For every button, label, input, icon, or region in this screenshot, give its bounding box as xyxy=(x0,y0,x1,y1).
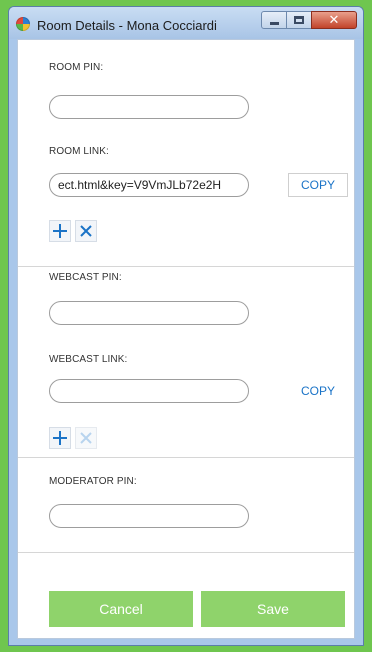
webcast-section: WEBCAST PIN: WEBCAST LINK: COPY xyxy=(18,267,354,458)
moderator-section: MODERATOR PIN: xyxy=(18,458,354,553)
app-logo-icon xyxy=(16,17,30,31)
room-section: ROOM PIN: ROOM LINK: COPY xyxy=(18,40,354,267)
minimize-icon xyxy=(269,21,279,25)
room-link-input[interactable] xyxy=(49,173,249,197)
room-details-panel: ROOM PIN: ROOM LINK: COPY WEBCAST PIN: W… xyxy=(17,39,355,639)
close-icon: ✕ xyxy=(328,12,340,27)
moderator-pin-label: MODERATOR PIN: xyxy=(49,476,137,487)
add-icon xyxy=(53,224,67,238)
room-add-button[interactable] xyxy=(49,220,71,242)
save-button[interactable]: Save xyxy=(201,591,345,627)
webcast-link-input[interactable] xyxy=(49,379,249,403)
webcast-link-copy-button[interactable]: COPY xyxy=(288,379,348,403)
remove-icon xyxy=(80,225,92,237)
webcast-remove-button[interactable] xyxy=(75,427,97,449)
cancel-button[interactable]: Cancel xyxy=(49,591,193,627)
webcast-pin-label: WEBCAST PIN: xyxy=(49,272,122,283)
add-icon xyxy=(53,431,67,445)
room-details-window: Room Details - Mona Cocciardi ✕ ROOM PIN… xyxy=(8,6,364,646)
title-bar[interactable]: Room Details - Mona Cocciardi ✕ xyxy=(9,7,363,39)
webcast-pin-input[interactable] xyxy=(49,301,249,325)
window-title: Room Details - Mona Cocciardi xyxy=(37,18,217,33)
remove-icon xyxy=(80,432,92,444)
window-controls: ✕ xyxy=(261,11,357,29)
moderator-pin-input[interactable] xyxy=(49,504,249,528)
room-link-label: ROOM LINK: xyxy=(49,146,109,157)
maximize-button[interactable] xyxy=(286,11,312,29)
room-remove-button[interactable] xyxy=(75,220,97,242)
room-pin-label: ROOM PIN: xyxy=(49,62,104,73)
webcast-link-label: WEBCAST LINK: xyxy=(49,354,128,365)
minimize-button[interactable] xyxy=(261,11,287,29)
webcast-add-button[interactable] xyxy=(49,427,71,449)
room-link-copy-button[interactable]: COPY xyxy=(288,173,348,197)
maximize-icon xyxy=(294,16,304,24)
close-button[interactable]: ✕ xyxy=(311,11,357,29)
room-pin-input[interactable] xyxy=(49,95,249,119)
